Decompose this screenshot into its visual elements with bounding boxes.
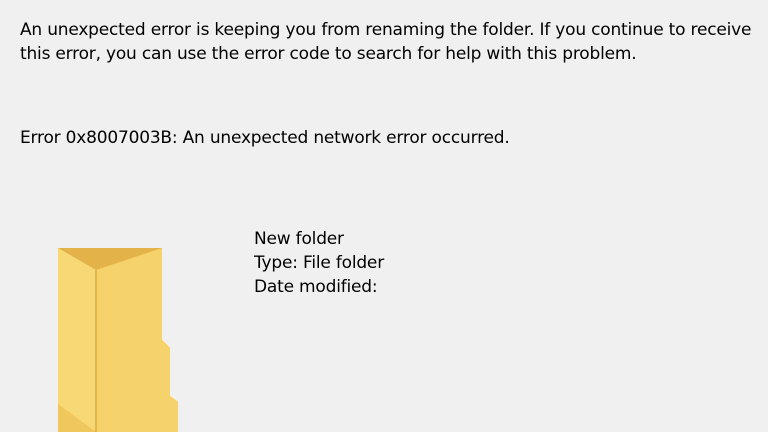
- file-details: New folder Type: File folder Date modifi…: [254, 227, 384, 299]
- file-type: Type: File folder: [254, 253, 384, 273]
- error-message: An unexpected error is keeping you from …: [20, 20, 752, 64]
- file-name: New folder: [254, 229, 344, 249]
- file-date-modified: Date modified:: [254, 277, 378, 297]
- error-code-line: Error 0x8007003B: An unexpected network …: [20, 128, 510, 148]
- error-dialog-body: An unexpected error is keeping you from …: [0, 0, 768, 432]
- folder-icon: [58, 248, 178, 432]
